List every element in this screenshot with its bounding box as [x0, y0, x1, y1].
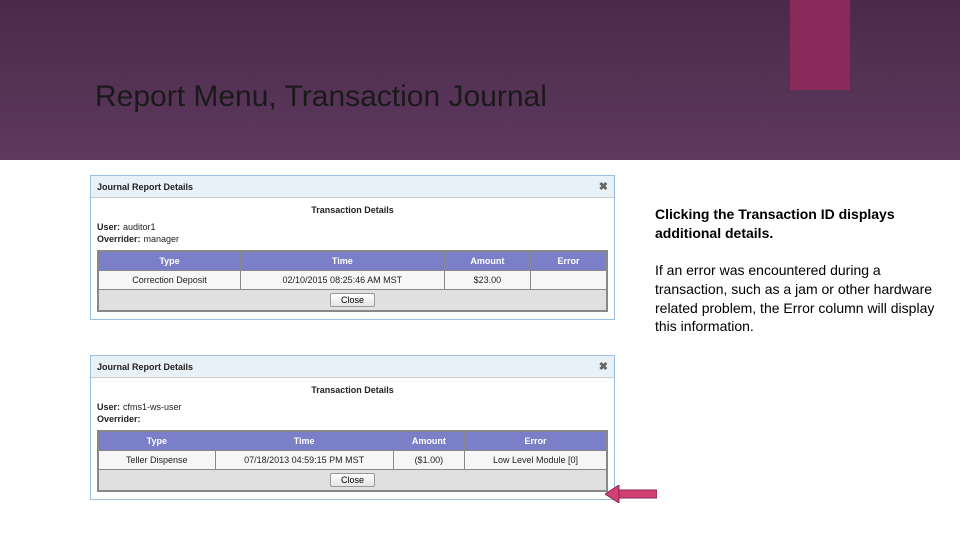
transaction-details-subtitle: Transaction Details — [97, 385, 608, 395]
transaction-details-subtitle: Transaction Details — [97, 205, 608, 215]
col-time: Time — [241, 251, 445, 271]
close-icon[interactable]: ✖ — [599, 180, 608, 193]
user-value: cfms1-ws-user — [123, 402, 182, 412]
col-error: Error — [464, 431, 607, 451]
side-explanation: Clicking the Transaction ID displays add… — [655, 205, 940, 336]
table-row: Teller Dispense 07/18/2013 04:59:15 PM M… — [98, 451, 607, 470]
details-table: Type Time Amount Error Teller Dispense 0… — [97, 430, 608, 492]
dialog-title: Journal Report Details — [97, 362, 193, 372]
col-type: Type — [98, 251, 241, 271]
cell-error — [531, 271, 607, 290]
overrider-label: Overrider: — [97, 414, 141, 424]
journal-report-dialog-2: Journal Report Details ✖ Transaction Det… — [90, 355, 615, 500]
dialog-header: Journal Report Details ✖ — [91, 176, 614, 198]
side-p1-a: Clicking the — [655, 206, 738, 222]
col-time: Time — [215, 431, 393, 451]
overrider-label: Overrider: — [97, 234, 141, 244]
overrider-value: manager — [144, 234, 180, 244]
dialog-title: Journal Report Details — [97, 182, 193, 192]
cell-time: 07/18/2013 04:59:15 PM MST — [215, 451, 393, 470]
cell-amount: ($1.00) — [393, 451, 464, 470]
arrow-indicator-icon — [605, 485, 657, 503]
col-type: Type — [98, 431, 215, 451]
cell-amount: $23.00 — [444, 271, 531, 290]
col-amount: Amount — [444, 251, 531, 271]
cell-type: Teller Dispense — [98, 451, 215, 470]
cell-time: 02/10/2015 08:25:46 AM MST — [241, 271, 445, 290]
col-error: Error — [531, 251, 607, 271]
cell-type: Correction Deposit — [98, 271, 241, 290]
table-row: Correction Deposit 02/10/2015 08:25:46 A… — [98, 271, 607, 290]
user-value: auditor1 — [123, 222, 156, 232]
side-p2-link: Error — [783, 300, 814, 316]
user-label: User: — [97, 402, 120, 412]
details-table: Type Time Amount Error Correction Deposi… — [97, 250, 608, 312]
accent-tab — [790, 0, 850, 90]
close-icon[interactable]: ✖ — [599, 360, 608, 373]
journal-report-dialog-1: Journal Report Details ✖ Transaction Det… — [90, 175, 615, 320]
slide-header: Report Menu, Transaction Journal — [0, 0, 960, 160]
close-button[interactable]: Close — [330, 293, 375, 307]
content-area: Clicking the Transaction ID displays add… — [0, 160, 960, 540]
side-p1-link: Transaction ID — [738, 206, 834, 222]
slide-title: Report Menu, Transaction Journal — [95, 80, 547, 114]
col-amount: Amount — [393, 431, 464, 451]
cell-error: Low Level Module [0] — [464, 451, 607, 470]
user-label: User: — [97, 222, 120, 232]
dialog-header: Journal Report Details ✖ — [91, 356, 614, 378]
close-button[interactable]: Close — [330, 473, 375, 487]
